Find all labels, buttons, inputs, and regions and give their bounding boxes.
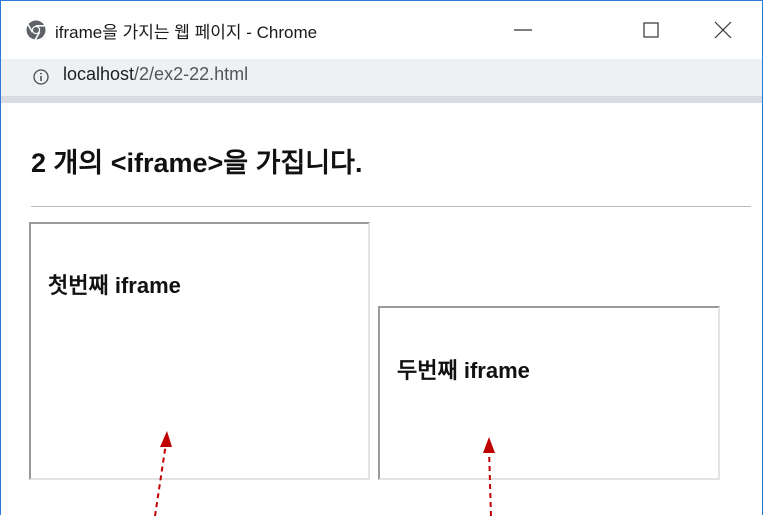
page-heading: 2 개의 <iframe>을 가집니다. [31,148,363,178]
browser-window: iframe을 가지는 웹 페이지 - Chrome localhost/2/e… [0,0,763,516]
url-path: /2/ex2-22.html [134,64,249,84]
iframe-second[interactable]: 두번째 iframe [378,306,720,480]
window-title: iframe을 가지는 웹 페이지 - Chrome [55,23,318,42]
annotation-arrow-first [154,431,172,516]
annotation-arrow-second [483,437,495,516]
url-text[interactable]: localhost/2/ex2-22.html [63,64,248,85]
close-button[interactable] [703,11,743,49]
iframe-second-heading: 두번째 iframe [397,358,530,383]
iframe-first-heading: 첫번째 iframe [48,273,181,298]
horizontal-rule [31,206,751,207]
maximize-button[interactable] [631,11,671,49]
url-host: localhost [63,64,135,84]
minimize-button[interactable] [503,11,543,49]
chrome-logo-icon [26,20,46,40]
iframe-first[interactable]: 첫번째 iframe [29,222,370,480]
info-icon[interactable] [33,69,49,85]
title-bar[interactable]: iframe을 가지는 웹 페이지 - Chrome [1,1,762,59]
toolbar-divider [1,97,762,103]
